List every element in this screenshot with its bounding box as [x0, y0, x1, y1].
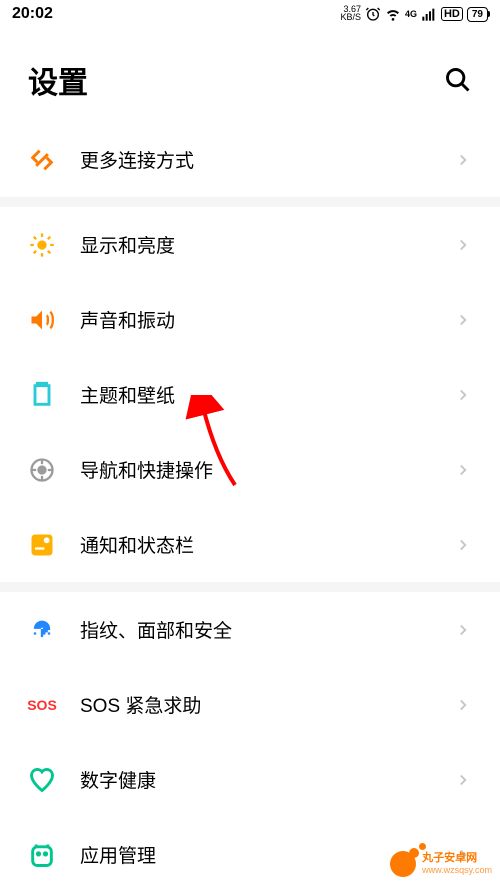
group-divider	[0, 197, 500, 207]
watermark: 丸子安卓网 www.wzsqsy.com	[390, 851, 492, 877]
chevron-right-icon	[454, 621, 472, 639]
chevron-right-icon	[454, 696, 472, 714]
hd-badge: HD	[441, 7, 463, 21]
network-speed: 3.67 KB/S	[340, 6, 361, 21]
sos-emergency[interactable]: SOS SOS 紧急求助	[0, 667, 500, 742]
item-label: SOS 紧急求助	[80, 691, 454, 718]
sound-icon	[28, 306, 56, 334]
digital-health[interactable]: 数字健康	[0, 742, 500, 817]
notify-icon	[28, 531, 56, 559]
battery-indicator: 79	[467, 7, 488, 22]
chevron-right-icon	[454, 236, 472, 254]
chevron-right-icon	[454, 771, 472, 789]
item-label: 显示和亮度	[80, 231, 454, 258]
theme-wallpaper[interactable]: 主题和壁纸	[0, 357, 500, 432]
page-title: 设置	[28, 58, 88, 102]
chevron-right-icon	[454, 311, 472, 329]
item-label: 指纹、面部和安全	[80, 616, 454, 643]
sound-vibration[interactable]: 声音和振动	[0, 282, 500, 357]
item-label: 声音和振动	[80, 306, 454, 333]
notification-statusbar[interactable]: 通知和状态栏	[0, 507, 500, 582]
item-label: 导航和快捷操作	[80, 456, 454, 483]
watermark-logo-icon	[390, 851, 416, 877]
signal-icon	[421, 6, 437, 22]
display-brightness[interactable]: 显示和亮度	[0, 207, 500, 282]
apps-icon	[28, 841, 56, 869]
search-icon[interactable]	[444, 66, 472, 94]
watermark-text: 丸子安卓网 www.wzsqsy.com	[422, 852, 492, 876]
chevron-right-icon	[454, 386, 472, 404]
status-indicators: 3.67 KB/S 4G HD 79	[340, 6, 488, 22]
theme-icon	[28, 381, 56, 409]
network-badge: 4G	[405, 9, 417, 19]
fingerprint-icon	[28, 616, 56, 644]
chevron-right-icon	[454, 151, 472, 169]
alarm-icon	[365, 6, 381, 22]
item-label: 数字健康	[80, 766, 454, 793]
fingerprint-face-security[interactable]: 指纹、面部和安全	[0, 592, 500, 667]
item-label: 主题和壁纸	[80, 381, 454, 408]
chevron-right-icon	[454, 461, 472, 479]
status-bar: 20:02 3.67 KB/S 4G HD 79	[0, 0, 500, 28]
page-header: 设置	[0, 28, 500, 122]
wifi-icon	[385, 6, 401, 22]
settings-list: 更多连接方式 显示和亮度 声音和振动 主题和壁纸 导航和快捷操作	[0, 122, 500, 892]
sos-icon: SOS	[28, 691, 56, 719]
brightness-icon	[28, 231, 56, 259]
group-divider	[0, 582, 500, 592]
item-label: 通知和状态栏	[80, 531, 454, 558]
nav-icon	[28, 456, 56, 484]
status-time: 20:02	[12, 5, 53, 23]
chevron-right-icon	[454, 536, 472, 554]
navigation-shortcut[interactable]: 导航和快捷操作	[0, 432, 500, 507]
connect-icon	[28, 146, 56, 174]
item-label: 更多连接方式	[80, 146, 454, 173]
more-connections[interactable]: 更多连接方式	[0, 122, 500, 197]
health-icon	[28, 766, 56, 794]
